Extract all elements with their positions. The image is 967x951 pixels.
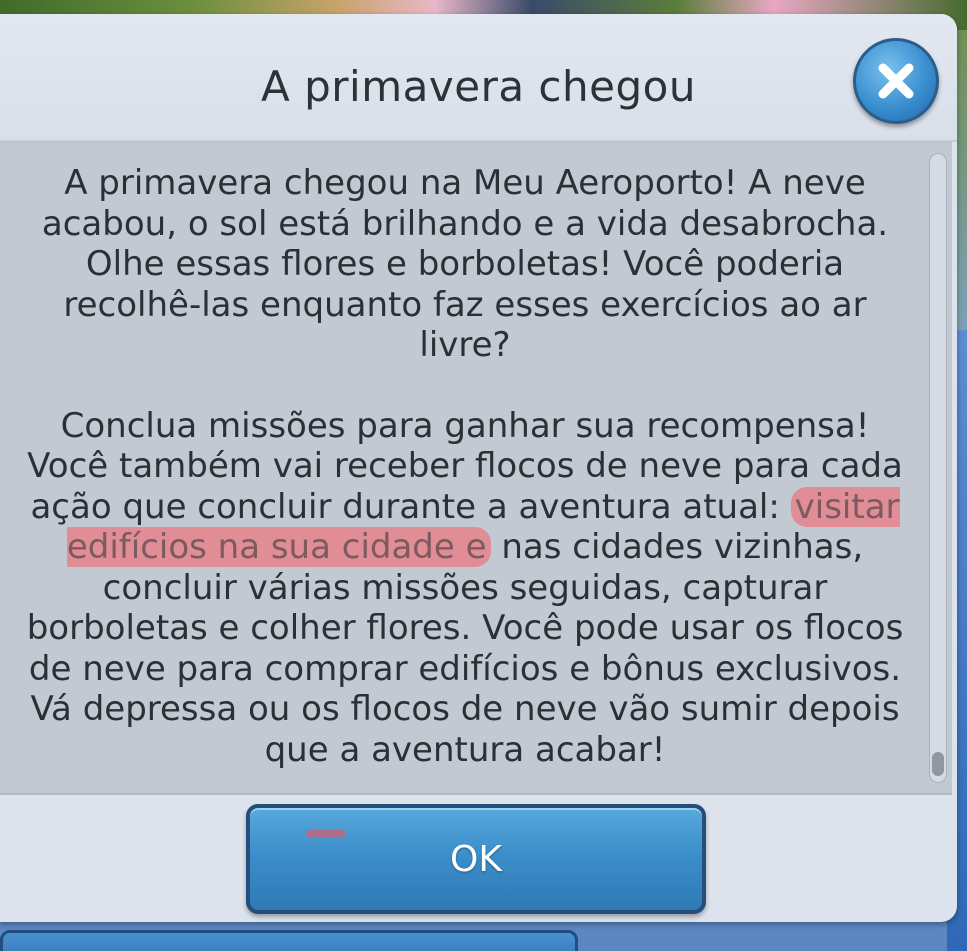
ok-button[interactable]: OK — [246, 804, 706, 914]
close-button[interactable] — [853, 38, 939, 124]
missions-text-start: Conclua missões para ganhar sua recompen… — [27, 405, 903, 527]
dialog-content-panel[interactable]: A primavera chegou na Meu Aeroporto! A n… — [0, 142, 952, 795]
pen-mark — [306, 830, 346, 837]
dialog-title: A primavera chegou — [261, 62, 696, 111]
scrollbar-thumb[interactable] — [932, 752, 944, 776]
body-paragraph-intro: A primavera chegou na Meu Aeroporto! A n… — [41, 163, 889, 365]
body-paragraph-missions: Conclua missões para ganhar sua recompen… — [20, 406, 910, 771]
close-icon — [878, 63, 914, 99]
spring-event-dialog: A primavera chegou A primavera chegou na… — [0, 14, 957, 922]
ok-button-label: OK — [450, 838, 502, 880]
dialog-body: A primavera chegou na Meu Aeroporto! A n… — [20, 163, 910, 770]
scrollbar[interactable] — [929, 153, 947, 783]
background-button — [0, 930, 578, 951]
dialog-header: A primavera chegou — [0, 14, 957, 142]
